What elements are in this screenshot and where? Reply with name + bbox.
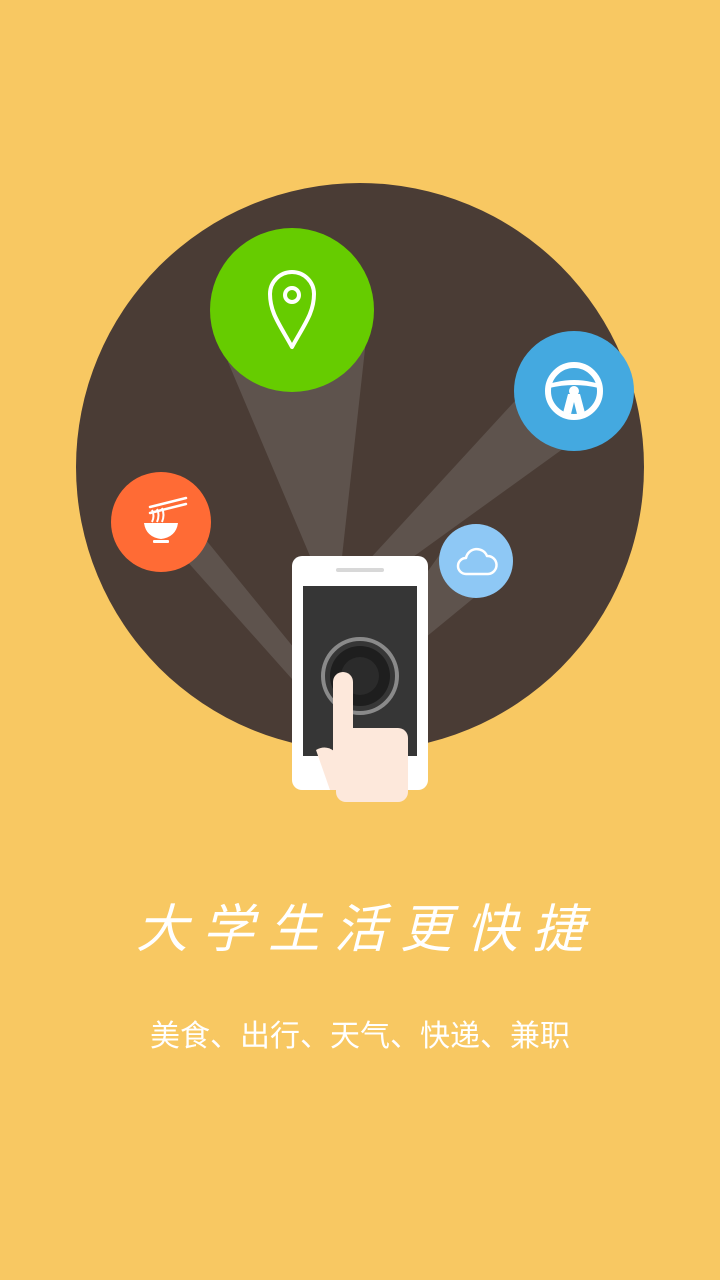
noodle-bowl-icon	[111, 472, 211, 572]
subline: 美食、出行、天气、快递、兼职	[150, 1019, 570, 1054]
cloud-icon	[439, 524, 513, 598]
location-pin-icon	[210, 228, 374, 392]
steering-wheel-icon	[514, 331, 634, 451]
headline: 大学生活更快捷	[135, 900, 598, 960]
onboarding-illustration	[76, 183, 644, 802]
